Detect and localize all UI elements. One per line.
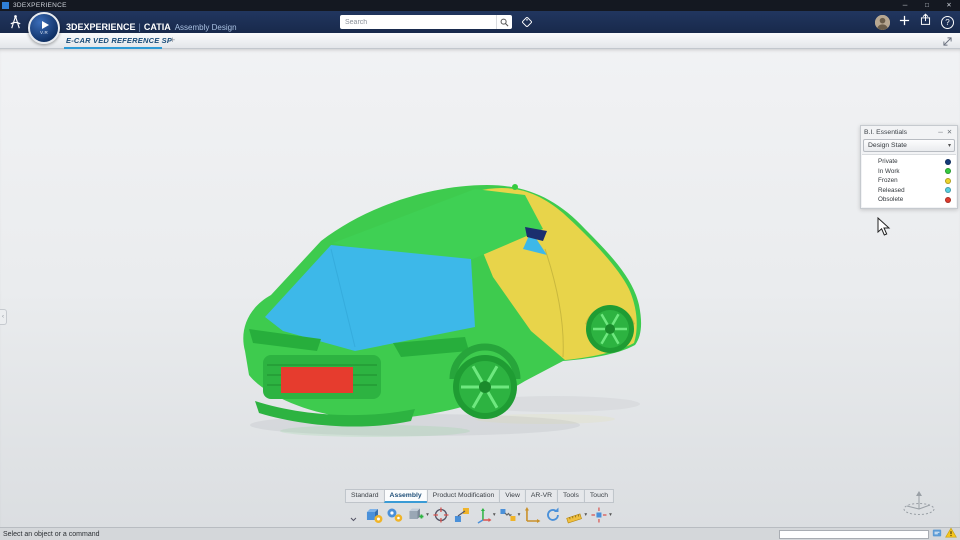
insert-product-icon[interactable] — [364, 504, 384, 526]
window-title: 3DEXPERIENCE — [13, 2, 67, 9]
legend-label: Released — [878, 187, 945, 194]
bi-essentials-panel: B.I. Essentials ─ ✕ Design State ▾ Priva… — [860, 125, 958, 209]
chevron-down-icon: ▾ — [609, 512, 612, 518]
legend-label: Private — [878, 158, 945, 165]
status-color-dot — [945, 159, 951, 165]
bi-panel-header: B.I. Essentials ─ ✕ — [861, 126, 957, 138]
add-icon[interactable] — [899, 13, 910, 31]
ribbon-tab-product-modification[interactable]: Product Modification — [427, 489, 501, 503]
status-color-dot — [945, 187, 951, 193]
positioning-crosshair-icon[interactable] — [431, 504, 451, 526]
command-input[interactable] — [779, 530, 929, 539]
exploded-view-icon[interactable]: ▾ — [589, 504, 613, 526]
warning-icon[interactable] — [945, 525, 957, 540]
existing-component-icon[interactable]: ▾ — [406, 504, 430, 526]
panel-collapse-handle[interactable]: ‹ — [0, 309, 7, 325]
ribbon-tab-assembly[interactable]: Assembly — [384, 489, 428, 503]
toolbar-overflow-chevron-icon[interactable] — [347, 513, 360, 526]
ground-robot-icon[interactable] — [898, 487, 940, 522]
status-color-dot — [945, 178, 951, 184]
active-tab-underline — [64, 47, 162, 49]
assembly-toolbar: ▾ ▾ ▾ ▾ — [347, 504, 613, 526]
legend-item-frozen: Frozen — [862, 176, 956, 186]
car-model[interactable] — [225, 179, 655, 439]
bi-close-icon[interactable]: ✕ — [945, 128, 954, 136]
design-state-legend: Private In Work Frozen Released Obsolete — [862, 154, 956, 207]
mouse-cursor — [877, 217, 891, 237]
manipulation-axes-icon[interactable]: ▾ — [473, 504, 497, 526]
window-titlebar: 3DEXPERIENCE ─ □ ✕ — [0, 0, 960, 11]
legend-item-in-work: In Work — [862, 167, 956, 177]
ribbon-tab-standard[interactable]: Standard — [345, 489, 385, 503]
ribbon-tab-bar: Standard Assembly Product Modification V… — [346, 489, 614, 503]
chevron-down-icon: ▾ — [493, 512, 496, 518]
design-state-dropdown[interactable]: Design State ▾ — [863, 139, 955, 152]
brand-text: 3DEXPERIENCE|CATIA Assembly Design — [66, 17, 237, 35]
measure-ruler-icon[interactable]: ▾ — [564, 504, 588, 526]
messages-icon[interactable] — [932, 525, 942, 540]
app-header: 3DEXPERIENCE|CATIA Assembly Design ? — [0, 11, 960, 33]
brand-app: CATIA — [144, 22, 171, 32]
search-input[interactable] — [340, 16, 496, 28]
bi-minimize-icon[interactable]: ─ — [936, 129, 945, 136]
search-box — [340, 15, 512, 29]
ribbon-tab-tools[interactable]: Tools — [557, 489, 585, 503]
new-tab-button[interactable]: + — [170, 35, 175, 45]
legend-label: Frozen — [878, 177, 945, 184]
window-maximize-button[interactable]: □ — [916, 0, 938, 11]
app-icon — [2, 2, 9, 9]
ribbon-tab-ar-vr[interactable]: AR-VR — [525, 489, 558, 503]
car-front-wheel — [453, 355, 517, 419]
car-rear-wheel — [586, 305, 634, 353]
brand-module: Assembly Design — [175, 23, 237, 32]
ribbon-tab-view[interactable]: View — [499, 489, 526, 503]
brand-platform: 3DEXPERIENCE — [66, 22, 136, 32]
window-close-button[interactable]: ✕ — [938, 0, 960, 11]
action-bar: Standard Assembly Product Modification V… — [346, 489, 614, 526]
3d-compass-widget[interactable]: V.R — [28, 12, 60, 44]
legend-label: Obsolete — [878, 196, 945, 203]
dropdown-selected-value: Design State — [868, 142, 948, 149]
status-message: Select an object or a command — [3, 531, 779, 538]
legend-label: In Work — [878, 168, 945, 175]
3d-viewport[interactable]: ‹ — [0, 49, 960, 527]
fullscreen-icon[interactable] — [941, 35, 954, 48]
ribbon-tab-touch[interactable]: Touch — [584, 489, 614, 503]
update-refresh-icon[interactable] — [543, 504, 563, 526]
component-gears-icon[interactable] — [385, 504, 405, 526]
document-tab-bar: E-CAR VED REFERENCE SP + — [0, 33, 960, 49]
play-icon — [42, 21, 49, 29]
chevron-down-icon: ▾ — [948, 142, 951, 149]
axis-system-icon[interactable] — [522, 504, 542, 526]
active-document-tab[interactable]: E-CAR VED REFERENCE SP — [66, 36, 172, 45]
help-icon[interactable]: ? — [941, 16, 954, 29]
compass-icon[interactable] — [7, 14, 24, 36]
status-color-dot — [945, 168, 951, 174]
legend-item-private: Private — [862, 157, 956, 167]
status-color-dot — [945, 197, 951, 203]
bi-panel-title: B.I. Essentials — [864, 129, 936, 136]
user-avatar[interactable] — [875, 15, 890, 30]
compass-version-label: V.R — [40, 30, 48, 35]
chevron-down-icon: ▾ — [426, 512, 429, 518]
engineering-connection-icon[interactable]: ▾ — [498, 504, 522, 526]
share-icon[interactable] — [919, 13, 932, 31]
status-bar: Select an object or a command — [0, 527, 960, 540]
chevron-down-icon: ▾ — [518, 512, 521, 518]
legend-item-obsolete: Obsolete — [862, 195, 956, 205]
snap-cubes-icon[interactable] — [452, 504, 472, 526]
car-plate — [281, 367, 353, 393]
application-window: 3DEXPERIENCE ─ □ ✕ 3DEXPERIENCE|CATIAAss… — [0, 0, 960, 540]
chevron-down-icon: ▾ — [584, 512, 587, 518]
legend-item-released: Released — [862, 186, 956, 196]
brand-separator: | — [139, 22, 141, 32]
tag-icon[interactable] — [520, 15, 534, 29]
window-minimize-button[interactable]: ─ — [894, 0, 916, 11]
search-icon[interactable] — [496, 15, 512, 29]
